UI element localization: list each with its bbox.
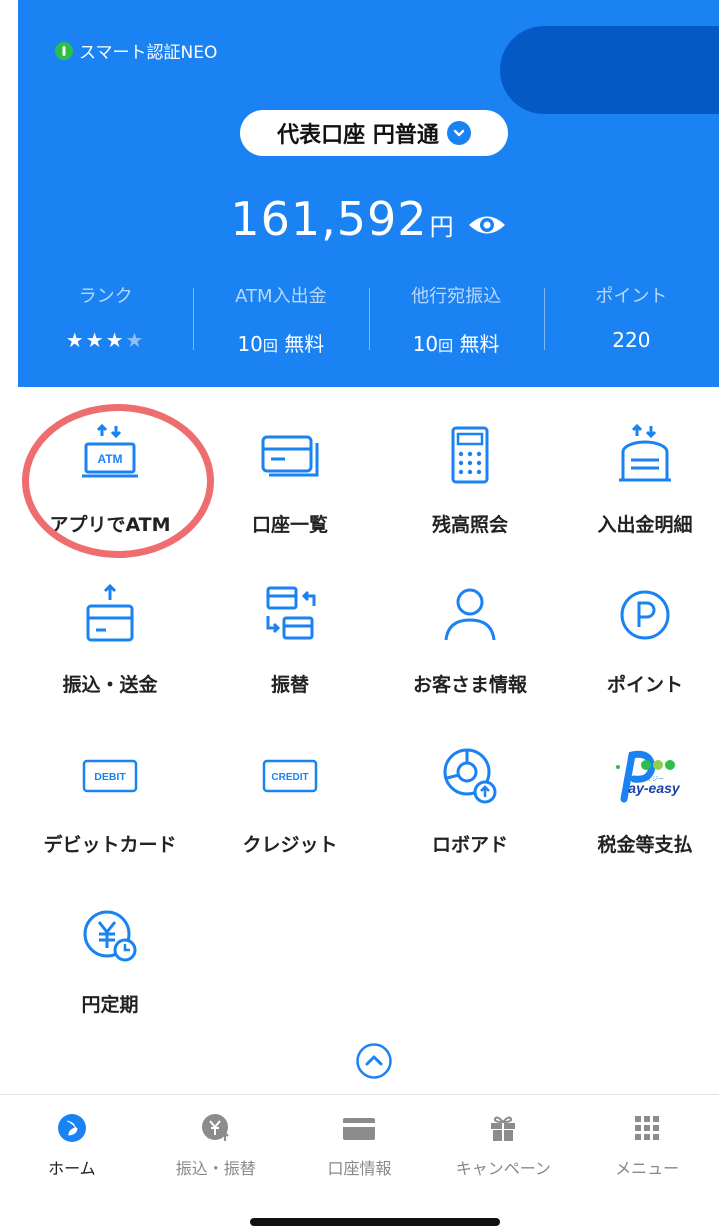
account-transfer-icon <box>200 580 380 650</box>
transfer-send-icon <box>20 580 200 650</box>
menu-label: 口座一覧 <box>251 514 328 536</box>
stat-note: 無料 <box>459 332 500 356</box>
stat-label: ポイント <box>595 286 668 307</box>
menu-label: 円定期 <box>81 994 139 1016</box>
stat-unit: 回 <box>262 337 278 355</box>
redacted-area <box>500 26 719 114</box>
stat-label: ATM入出金 <box>235 286 327 307</box>
smart-auth-neo[interactable]: スマート認証NEO <box>55 38 217 63</box>
menu-label: 振込・送金 <box>62 674 158 696</box>
person-icon <box>380 580 560 650</box>
menu-item-credit[interactable]: CREDIT クレジット <box>200 740 380 880</box>
auth-label: スマート認証NEO <box>79 43 218 63</box>
menu-label: お客さま情報 <box>412 674 527 696</box>
eye-icon[interactable] <box>467 212 507 242</box>
account-selector-label: 代表口座 円普通 <box>277 123 439 148</box>
balance-unit: 円 <box>429 213 454 241</box>
menu-item-customer-info[interactable]: お客さま情報 <box>380 580 560 720</box>
yen-time-deposit-icon <box>20 900 200 970</box>
chevron-down-icon <box>446 121 471 145</box>
stat-atm[interactable]: ATM入出金 10回 無料 <box>193 282 368 362</box>
menu-label: クレジット <box>242 834 338 856</box>
yen-transfer-icon <box>201 1114 229 1141</box>
gift-icon <box>491 1116 516 1141</box>
chevron-up-icon[interactable] <box>355 1042 393 1080</box>
menu-item-yen-time-deposit[interactable]: 円定期 <box>20 900 200 1040</box>
menu-item-account-transfer[interactable]: 振替 <box>200 580 380 720</box>
stats-row: ランク ★★★★ ATM入出金 10回 無料 他行宛振込 10回 無料 ポイント… <box>18 282 719 362</box>
tab-menu[interactable]: メニュー <box>575 1095 719 1195</box>
stat-transfer[interactable]: 他行宛振込 10回 無料 <box>368 282 544 362</box>
menu-label: デビットカード <box>43 834 177 856</box>
balance-display: 161,592円 <box>0 192 719 246</box>
stat-label: ランク <box>78 286 133 307</box>
debit-badge-text: DEBIT <box>94 771 126 783</box>
menu-label: ロボアド <box>431 834 508 856</box>
tab-transfer[interactable]: 振込・振替 <box>144 1095 288 1195</box>
highlight-circle <box>22 404 214 558</box>
stat-count: 10 <box>237 332 263 356</box>
menu-item-account-list[interactable]: 口座一覧 <box>200 420 380 560</box>
menu-item-robo-advisor[interactable]: ロボアド <box>380 740 560 880</box>
menu-item-tax-payment[interactable]: ペイジー ay-easy 税金等支払 <box>555 740 719 880</box>
credit-badge-text: CREDIT <box>271 772 308 783</box>
menu-item-debit-card[interactable]: DEBIT デビットカード <box>20 740 200 880</box>
home-indicator <box>250 1218 500 1226</box>
account-selector[interactable]: 代表口座 円普通 <box>240 110 508 156</box>
home-icon <box>57 1114 86 1142</box>
pay-easy-logo: ペイジー ay-easy <box>555 740 719 810</box>
stat-label: 他行宛振込 <box>411 286 502 307</box>
menu-item-points[interactable]: ポイント <box>555 580 719 720</box>
grid-menu-icon <box>635 1116 660 1140</box>
menu-item-transfer-send[interactable]: 振込・送金 <box>20 580 200 720</box>
statement-icon <box>555 420 719 490</box>
tab-label: キャンペーン <box>455 1159 551 1178</box>
tab-bar: ホーム 振込・振替 口座情報 キャンペーン メニュー <box>0 1094 719 1195</box>
pay-easy-text: ay-easy <box>628 780 680 796</box>
menu-label: 入出金明細 <box>597 514 693 536</box>
tab-account-info[interactable]: 口座情報 <box>288 1095 432 1195</box>
menu-item-balance-inquiry[interactable]: 残高照会 <box>380 420 560 560</box>
points-value: 220 <box>612 328 651 352</box>
debit-card-icon: DEBIT <box>20 740 200 810</box>
calculator-icon <box>380 420 560 490</box>
stat-count: 10 <box>412 332 439 356</box>
tab-label: 振込・振替 <box>175 1159 256 1178</box>
balance-amount: 161,592 <box>230 192 428 246</box>
point-icon <box>555 580 719 650</box>
stat-note: 無料 <box>284 332 325 356</box>
menu-label: 振替 <box>270 674 309 696</box>
card-list-icon <box>200 420 380 490</box>
tab-label: 口座情報 <box>327 1159 392 1178</box>
tab-campaign[interactable]: キャンペーン <box>431 1095 575 1195</box>
robo-advisor-icon <box>380 740 560 810</box>
stat-rank[interactable]: ランク ★★★★ <box>18 282 193 362</box>
stat-points[interactable]: ポイント 220 <box>543 282 719 362</box>
menu-label: 税金等支払 <box>597 834 693 856</box>
menu-label: ポイント <box>606 674 683 696</box>
rank-stars: ★★★★ <box>65 328 146 352</box>
stat-unit: 回 <box>438 337 454 355</box>
tab-label: メニュー <box>615 1159 680 1178</box>
card-icon <box>343 1118 376 1140</box>
menu-item-statement[interactable]: 入出金明細 <box>555 420 719 560</box>
menu-label: 残高照会 <box>431 514 508 536</box>
shield-icon <box>55 41 73 60</box>
tab-home[interactable]: ホーム <box>0 1095 144 1195</box>
credit-card-icon: CREDIT <box>200 740 380 810</box>
tab-label: ホーム <box>48 1159 96 1178</box>
